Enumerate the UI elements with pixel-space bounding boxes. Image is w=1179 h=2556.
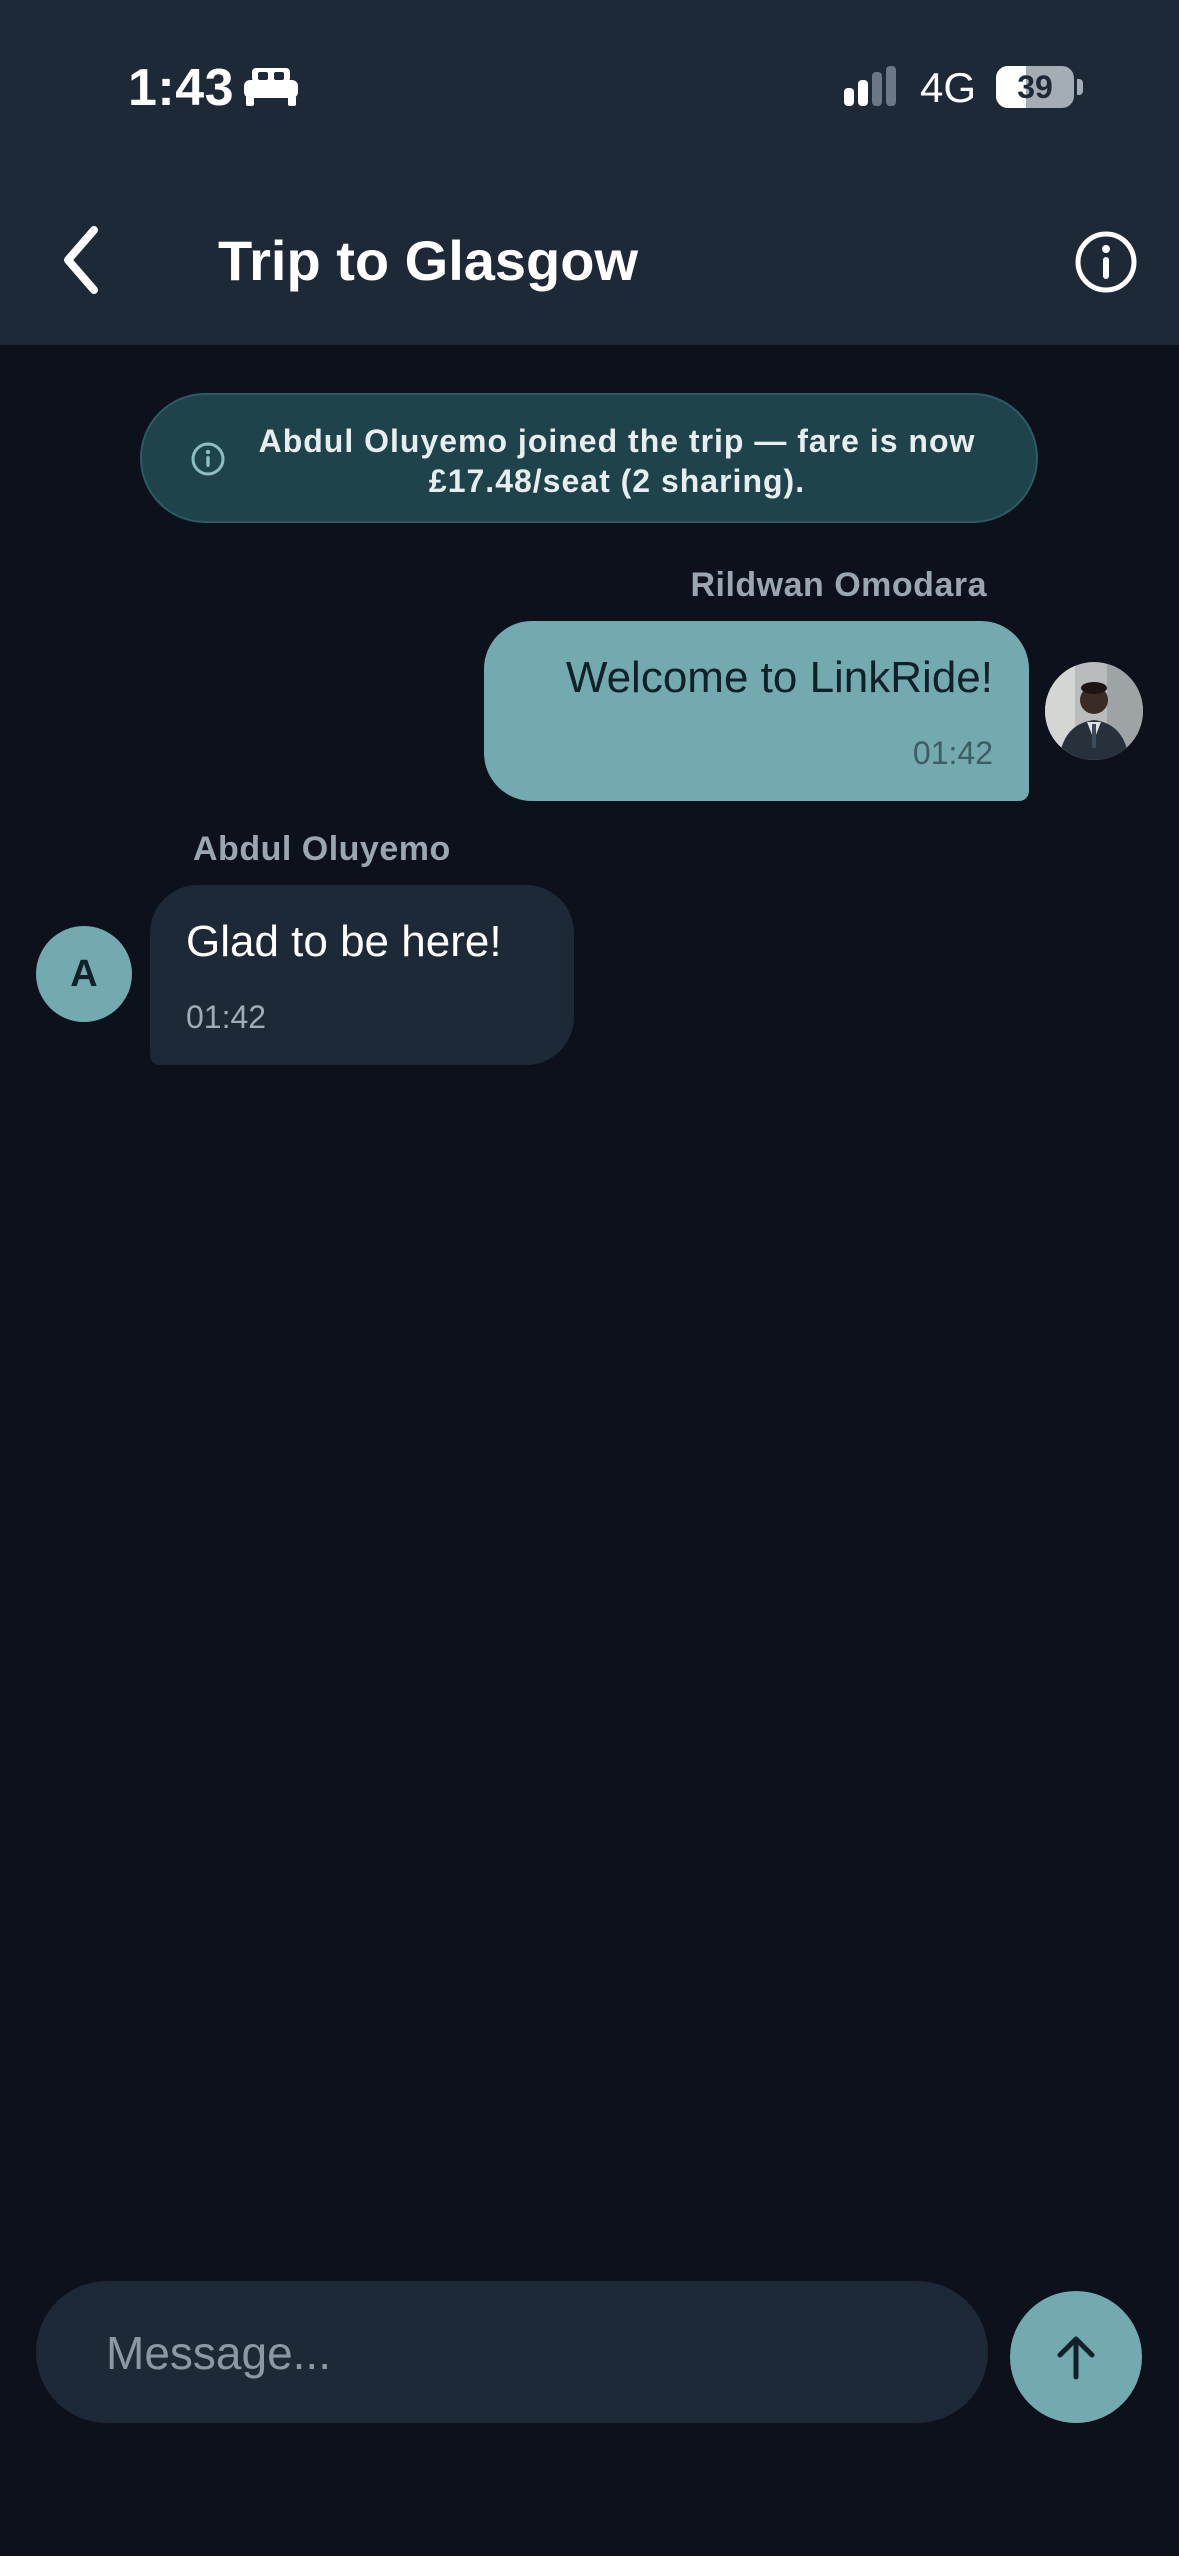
message-text: Welcome to LinkRide!	[565, 653, 993, 702]
system-notice: Abdul Oluyemo joined the trip — fare is …	[140, 393, 1038, 523]
message-text: Glad to be here!	[186, 917, 502, 966]
info-icon	[1075, 231, 1137, 293]
battery-tip	[1077, 79, 1083, 95]
message-time: 01:42	[186, 999, 267, 1035]
sender-name: Abdul Oluyemo	[193, 830, 451, 868]
arrow-up-icon	[1057, 2336, 1095, 2380]
chevron-left-icon	[64, 226, 98, 294]
send-button[interactable]	[1010, 2291, 1142, 2423]
info-button[interactable]	[1074, 230, 1138, 294]
battery-percent: 39	[1017, 69, 1053, 105]
back-button[interactable]	[56, 222, 116, 298]
bed-icon	[244, 68, 298, 106]
sender-name: Rildwan Omodara	[690, 566, 987, 604]
status-time: 1:43	[128, 59, 235, 117]
message-input[interactable]	[104, 2281, 948, 2425]
message-time: 01:42	[912, 735, 993, 771]
chat-title: Trip to Glasgow	[218, 229, 639, 292]
network-type: 4G	[920, 64, 977, 111]
outgoing-message-bubble[interactable]: Welcome to LinkRide! 01:42	[484, 621, 1029, 801]
battery-icon: 39	[996, 66, 1074, 108]
incoming-message-bubble[interactable]: Glad to be here! 01:42	[150, 885, 574, 1065]
top-bar: 1:43 4G 39 Trip to Glasgow	[0, 0, 1179, 345]
system-notice-text: Abdul Oluyemo joined the trip — fare is …	[258, 423, 976, 499]
avatar[interactable]	[1045, 662, 1143, 760]
avatar[interactable]: A	[36, 926, 132, 1022]
message-composer	[36, 2281, 988, 2425]
info-icon	[191, 442, 225, 476]
cellular-signal-icon	[844, 66, 896, 106]
